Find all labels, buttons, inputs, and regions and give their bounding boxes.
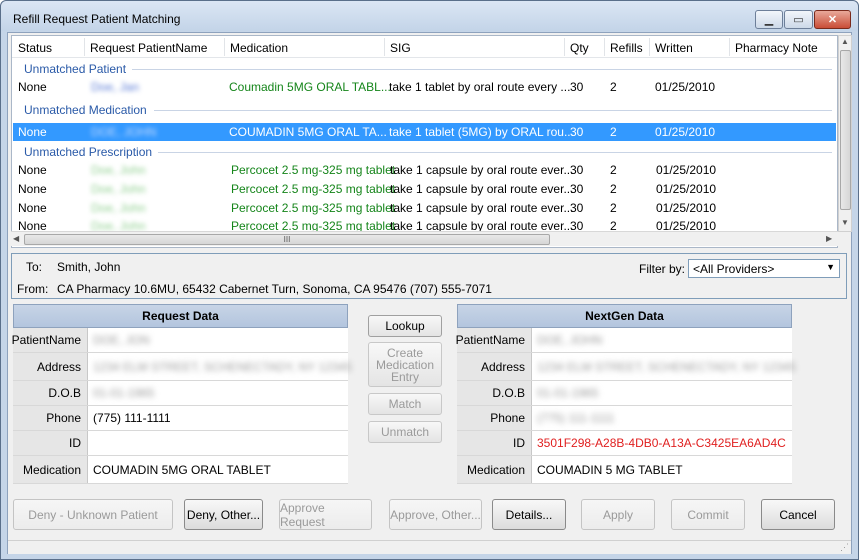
- close-button[interactable]: ✕: [814, 10, 851, 29]
- request-dob-value: 01-01-1965: [93, 386, 155, 400]
- group-unmatched-patient[interactable]: Unmatched Patient: [24, 62, 126, 76]
- request-data-title: Request Data: [13, 304, 348, 328]
- list-item[interactable]: None Doe, John Percocet 2.5 mg-325 mg ta…: [13, 199, 836, 217]
- approve-request-button[interactable]: Approve Request: [279, 499, 372, 530]
- nextgen-address-value: 1234 ELM STREET, SCHENECTADY, NY 12345: [537, 359, 796, 374]
- resize-grip-icon[interactable]: ⋰: [840, 542, 849, 553]
- commit-button[interactable]: Commit: [671, 499, 745, 530]
- column-status[interactable]: Status: [18, 41, 52, 55]
- column-written[interactable]: Written: [655, 41, 693, 55]
- message-header: To: Smith, John From: CA Pharmacy 10.6MU…: [11, 253, 847, 299]
- deny-unknown-patient-button[interactable]: Deny - Unknown Patient: [13, 499, 173, 530]
- nextgen-dob-row: D.O.B 01-01-1965: [457, 381, 792, 406]
- vertical-scroll-thumb[interactable]: [840, 50, 851, 210]
- status-bar: ⋰: [8, 540, 851, 554]
- request-dob-row: D.O.B 01-01-1965: [13, 381, 348, 406]
- request-name-value: DOE, JON: [93, 333, 150, 347]
- list-horizontal-scrollbar[interactable]: ◀ III ▶: [11, 231, 838, 246]
- column-sig[interactable]: SIG: [390, 41, 411, 55]
- nextgen-name-row: PatientName DOE, JOHN: [456, 328, 792, 353]
- nextgen-medication-row: Medication COUMADIN 5 MG TABLET: [457, 456, 792, 484]
- column-refills[interactable]: Refills: [610, 41, 643, 55]
- request-data-panel: Request Data PatientName DOE, JON Addres…: [12, 304, 352, 484]
- minimize-button[interactable]: ▁: [755, 10, 783, 29]
- list-item[interactable]: None Doe, Jan Coumadin 5MG ORAL TABL... …: [13, 78, 836, 96]
- nextgen-address-row: Address 1234 ELM STREET, SCHENECTADY, NY…: [457, 353, 796, 381]
- list-column-header: Status Request PatientName Medication SI…: [12, 36, 837, 58]
- request-phone-row: Phone (775) 111-1111: [13, 406, 348, 431]
- close-icon: ✕: [827, 14, 838, 26]
- request-phone-value: (775) 111-1111: [93, 411, 171, 425]
- column-qty[interactable]: Qty: [570, 41, 589, 55]
- maximize-button[interactable]: ▭: [784, 10, 813, 29]
- nextgen-id-row: ID 3501F298-A28B-4DB0-A13A-C3425EA6AD4C: [457, 431, 792, 456]
- nextgen-data-title: NextGen Data: [457, 304, 792, 328]
- list-item-selected[interactable]: None DOE, JOHN COUMADIN 5MG ORAL TA... t…: [13, 123, 836, 141]
- filter-label: Filter by:: [639, 262, 686, 276]
- scroll-down-icon[interactable]: ▼: [841, 218, 849, 227]
- request-name-row: PatientName DOE, JON: [12, 328, 348, 353]
- request-medication-row: Medication COUMADIN 5MG ORAL TABLET: [13, 456, 348, 484]
- to-label: To:: [26, 260, 43, 274]
- title-bar[interactable]: Refill Request Patient Matching ▁ ▭ ✕: [1, 1, 858, 31]
- column-request-patient-name[interactable]: Request PatientName: [90, 41, 207, 55]
- nextgen-phone-row: Phone (775) 111-1111: [457, 406, 792, 431]
- nextgen-name-value: DOE, JOHN: [537, 333, 603, 347]
- from-label: From:: [17, 282, 49, 296]
- refill-matching-window: Refill Request Patient Matching ▁ ▭ ✕ St…: [0, 0, 859, 560]
- approve-other-button[interactable]: Approve, Other...: [389, 499, 482, 530]
- scroll-up-icon[interactable]: ▲: [841, 37, 849, 46]
- nextgen-dob-value: 01-01-1965: [537, 386, 599, 400]
- from-value: CA Pharmacy 10.6MU, 65432 Cabernet Turn,…: [57, 282, 492, 296]
- match-button[interactable]: Match: [368, 393, 442, 415]
- create-medication-entry-button[interactable]: Create Medication Entry: [368, 342, 442, 387]
- dialog-client-area: Status Request PatientName Medication SI…: [7, 32, 852, 554]
- scroll-left-icon[interactable]: ◀: [13, 234, 19, 243]
- group-unmatched-prescription[interactable]: Unmatched Prescription: [24, 145, 152, 159]
- lookup-button[interactable]: Lookup: [368, 315, 442, 337]
- nextgen-id-value: 3501F298-A28B-4DB0-A13A-C3425EA6AD4C: [537, 436, 786, 450]
- group-unmatched-medication[interactable]: Unmatched Medication: [24, 103, 147, 117]
- request-address-value: 1234 ELM STREET, SCHENECTADY, NY 12345: [93, 359, 352, 374]
- details-button[interactable]: Details...: [492, 499, 566, 530]
- column-pharmacy-note[interactable]: Pharmacy Note: [735, 41, 818, 55]
- provider-filter-select[interactable]: <All Providers> ▼: [688, 259, 840, 278]
- list-vertical-scrollbar[interactable]: ▲ ▼: [838, 35, 852, 232]
- window-title: Refill Request Patient Matching: [13, 12, 181, 26]
- chevron-down-icon: ▼: [826, 262, 835, 272]
- scroll-right-icon[interactable]: ▶: [826, 234, 832, 243]
- deny-other-button[interactable]: Deny, Other...: [184, 499, 263, 530]
- request-id-row: ID: [13, 431, 348, 456]
- unmatch-button[interactable]: Unmatch: [368, 421, 442, 443]
- list-item[interactable]: None Doe, John Percocet 2.5 mg-325 mg ta…: [13, 180, 836, 198]
- cancel-button[interactable]: Cancel: [761, 499, 835, 530]
- apply-button[interactable]: Apply: [581, 499, 655, 530]
- refill-request-list[interactable]: Status Request PatientName Medication SI…: [11, 35, 838, 248]
- request-address-row: Address 1234 ELM STREET, SCHENECTADY, NY…: [13, 353, 352, 381]
- maximize-icon: ▭: [793, 14, 804, 26]
- request-medication-value: COUMADIN 5MG ORAL TABLET: [93, 462, 271, 477]
- nextgen-medication-value: COUMADIN 5 MG TABLET: [537, 462, 683, 477]
- horizontal-scroll-thumb[interactable]: III: [24, 234, 550, 245]
- to-value: Smith, John: [57, 260, 121, 274]
- column-medication[interactable]: Medication: [230, 41, 288, 55]
- list-item[interactable]: None Doe, John Percocet 2.5 mg-325 mg ta…: [13, 161, 836, 179]
- nextgen-phone-value: (775) 111-1111: [537, 411, 615, 425]
- nextgen-data-panel: NextGen Data PatientName DOE, JOHN Addre…: [456, 304, 796, 484]
- minimize-icon: ▁: [764, 14, 774, 26]
- scroll-grip: III: [283, 235, 291, 244]
